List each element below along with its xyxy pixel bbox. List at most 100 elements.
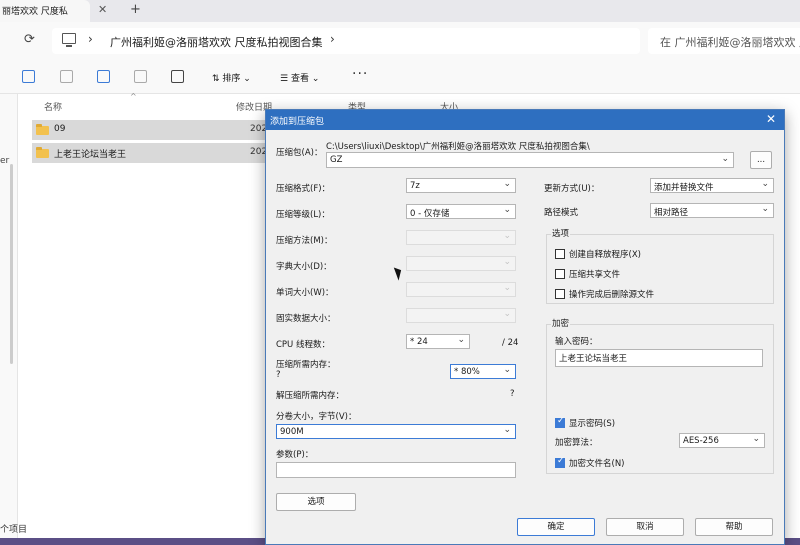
delete-icon[interactable]	[171, 70, 184, 83]
dict-label: 字典大小(D)：	[276, 262, 332, 272]
memory-value: * 80%	[454, 367, 480, 377]
volume-value: 900M	[280, 427, 304, 437]
solid-select: ⌄	[406, 308, 516, 323]
options-group: 选项 创建自释放程序(X) 压缩共享文件 操作完成后删除源文件	[546, 227, 774, 304]
volume-select[interactable]: 900M ⌄	[276, 424, 516, 439]
nav-item-fragment[interactable]: er	[0, 156, 9, 166]
shared-checkbox[interactable]	[555, 269, 565, 279]
browse-button[interactable]: ...	[750, 151, 772, 169]
encryption-method-value: AES-256	[683, 436, 719, 446]
delete-after-label[interactable]: 操作完成后删除源文件	[569, 288, 654, 300]
view-button[interactable]: ☰ 查看 ⌄	[280, 71, 319, 84]
chevron-down-icon: ⌄	[503, 231, 511, 241]
command-bar: ⇅ 排序 ⌄ ☰ 查看 ⌄ ···	[0, 60, 800, 94]
close-icon[interactable]: ✕	[766, 112, 776, 126]
format-label: 压缩格式(F)：	[276, 184, 331, 194]
archive-name-combo[interactable]: GZ ⌄	[326, 152, 734, 168]
navigation-pane: er	[0, 94, 18, 545]
dict-select: ⌄	[406, 256, 516, 271]
rename-icon[interactable]	[97, 70, 110, 83]
sort-caret-icon: ^	[130, 92, 137, 101]
sfx-label[interactable]: 创建自释放程序(X)	[569, 248, 641, 260]
show-password-checkbox[interactable]	[555, 416, 565, 428]
table-row[interactable]: 09 2025/2	[32, 120, 282, 140]
archive-name-value: GZ	[330, 155, 343, 165]
format-select[interactable]: 7z ⌄	[406, 178, 516, 193]
params-input[interactable]	[276, 462, 516, 478]
path-mode-select[interactable]: 相对路径 ⌄	[650, 203, 774, 218]
more-options-button[interactable]: ···	[352, 66, 368, 82]
password-input[interactable]: 上老王论坛当老王	[555, 349, 763, 367]
view-label: 查看	[290, 74, 309, 84]
decompress-memory-value: ?	[510, 389, 515, 399]
item-count: 个项目	[0, 525, 28, 535]
copy-icon[interactable]	[22, 70, 35, 83]
chevron-down-icon: ⌄	[761, 204, 769, 214]
level-select[interactable]: 0 - 仅存储 ⌄	[406, 204, 516, 219]
chevron-down-icon: ⌄	[503, 425, 511, 435]
encrypt-names-label[interactable]: 加密文件名(N)	[569, 457, 625, 469]
chevron-right-icon[interactable]: ›	[88, 32, 93, 46]
method-select: ⌄	[406, 230, 516, 245]
memory-select[interactable]: * 80% ⌄	[450, 364, 516, 379]
encryption-method-select[interactable]: AES-256 ⌄	[679, 433, 765, 448]
refresh-icon[interactable]: ⟳	[24, 32, 35, 47]
cpu-select[interactable]: * 24 ⌄	[406, 334, 470, 349]
level-value: 0 - 仅存储	[410, 209, 450, 219]
encrypt-names-checkbox[interactable]	[555, 456, 565, 468]
explorer-tab[interactable]: 丽塔欢欢 尺度私	[0, 0, 90, 22]
column-header-name[interactable]: 名称	[44, 100, 62, 113]
paste-icon[interactable]	[60, 70, 73, 83]
chevron-right-icon[interactable]: ›	[330, 32, 335, 46]
encryption-group-title: 加密	[551, 317, 571, 329]
search-input[interactable]: 在 广州福利姬@洛丽塔欢欢 尺度	[648, 28, 800, 54]
chevron-down-icon: ⌄	[503, 205, 511, 215]
chevron-down-icon: ⌄	[457, 335, 465, 345]
solid-label: 固实数据大小：	[276, 314, 336, 324]
show-password-label[interactable]: 显示密码(S)	[569, 417, 615, 429]
file-name: 上老王论坛当老王	[54, 150, 127, 160]
ok-button[interactable]: 确定	[517, 518, 595, 536]
volume-label: 分卷大小，字节(V)：	[276, 412, 357, 422]
shared-label[interactable]: 压缩共享文件	[569, 268, 620, 280]
update-value: 添加并替换文件	[654, 183, 714, 193]
share-icon[interactable]	[134, 70, 147, 83]
add-to-archive-dialog: 添加到压缩包 ✕ 压缩包(A)： C:\Users\liuxi\Desktop\…	[265, 109, 785, 545]
new-tab-icon[interactable]: +	[130, 2, 141, 17]
encryption-group: 加密 输入密码： 上老王论坛当老王 显示密码(S) 加密算法： AES-256 ⌄…	[546, 317, 774, 474]
chevron-down-icon: ⌄	[503, 309, 511, 319]
table-row[interactable]: 上老王论坛当老王 2025/2	[32, 143, 282, 163]
chevron-down-icon: ⌄	[752, 434, 760, 444]
cpu-label: CPU 线程数：	[276, 340, 330, 350]
sort-label: 排序	[222, 74, 241, 84]
path-mode-label: 路径模式	[544, 208, 579, 218]
cancel-button[interactable]: 取消	[606, 518, 684, 536]
options-button[interactable]: 选项	[276, 493, 356, 511]
encryption-method-label: 加密算法：	[555, 438, 598, 448]
help-button[interactable]: 帮助	[695, 518, 773, 536]
chevron-down-icon: ⌄	[761, 179, 769, 189]
delete-after-checkbox[interactable]	[555, 289, 565, 299]
archive-path: C:\Users\liuxi\Desktop\广州福利姬@洛丽塔欢欢 尺度私拍视…	[326, 142, 590, 152]
dialog-titlebar: 添加到压缩包 ✕	[266, 110, 784, 130]
update-select[interactable]: 添加并替换文件 ⌄	[650, 178, 774, 193]
nav-scrollbar[interactable]	[10, 164, 13, 364]
format-value: 7z	[410, 181, 420, 191]
sort-button[interactable]: ⇅ 排序 ⌄	[212, 71, 251, 84]
address-bar[interactable]: › 广州福利姬@洛丽塔欢欢 尺度私拍视图合集 ›	[52, 28, 640, 54]
path-mode-value: 相对路径	[654, 208, 689, 218]
params-label: 参数(P)：	[276, 450, 314, 460]
update-label: 更新方式(U)：	[544, 184, 600, 194]
close-tab-icon[interactable]: ✕	[98, 3, 107, 16]
address-row: ⟳ › 广州福利姬@洛丽塔欢欢 尺度私拍视图合集 › 在 广州福利姬@洛丽塔欢欢…	[0, 22, 800, 60]
sfx-checkbox[interactable]	[555, 249, 565, 259]
chevron-down-icon[interactable]: ⌄	[721, 154, 729, 164]
cpu-total: / 24	[502, 338, 519, 348]
word-label: 单词大小(W)：	[276, 288, 334, 298]
folder-icon	[36, 124, 49, 135]
folder-icon	[36, 147, 49, 158]
memory-label: 压缩所需内存：	[276, 360, 336, 370]
cpu-value: * 24	[410, 337, 428, 347]
breadcrumb[interactable]: 广州福利姬@洛丽塔欢欢 尺度私拍视图合集	[110, 34, 323, 50]
tab-title: 丽塔欢欢 尺度私	[2, 7, 68, 17]
